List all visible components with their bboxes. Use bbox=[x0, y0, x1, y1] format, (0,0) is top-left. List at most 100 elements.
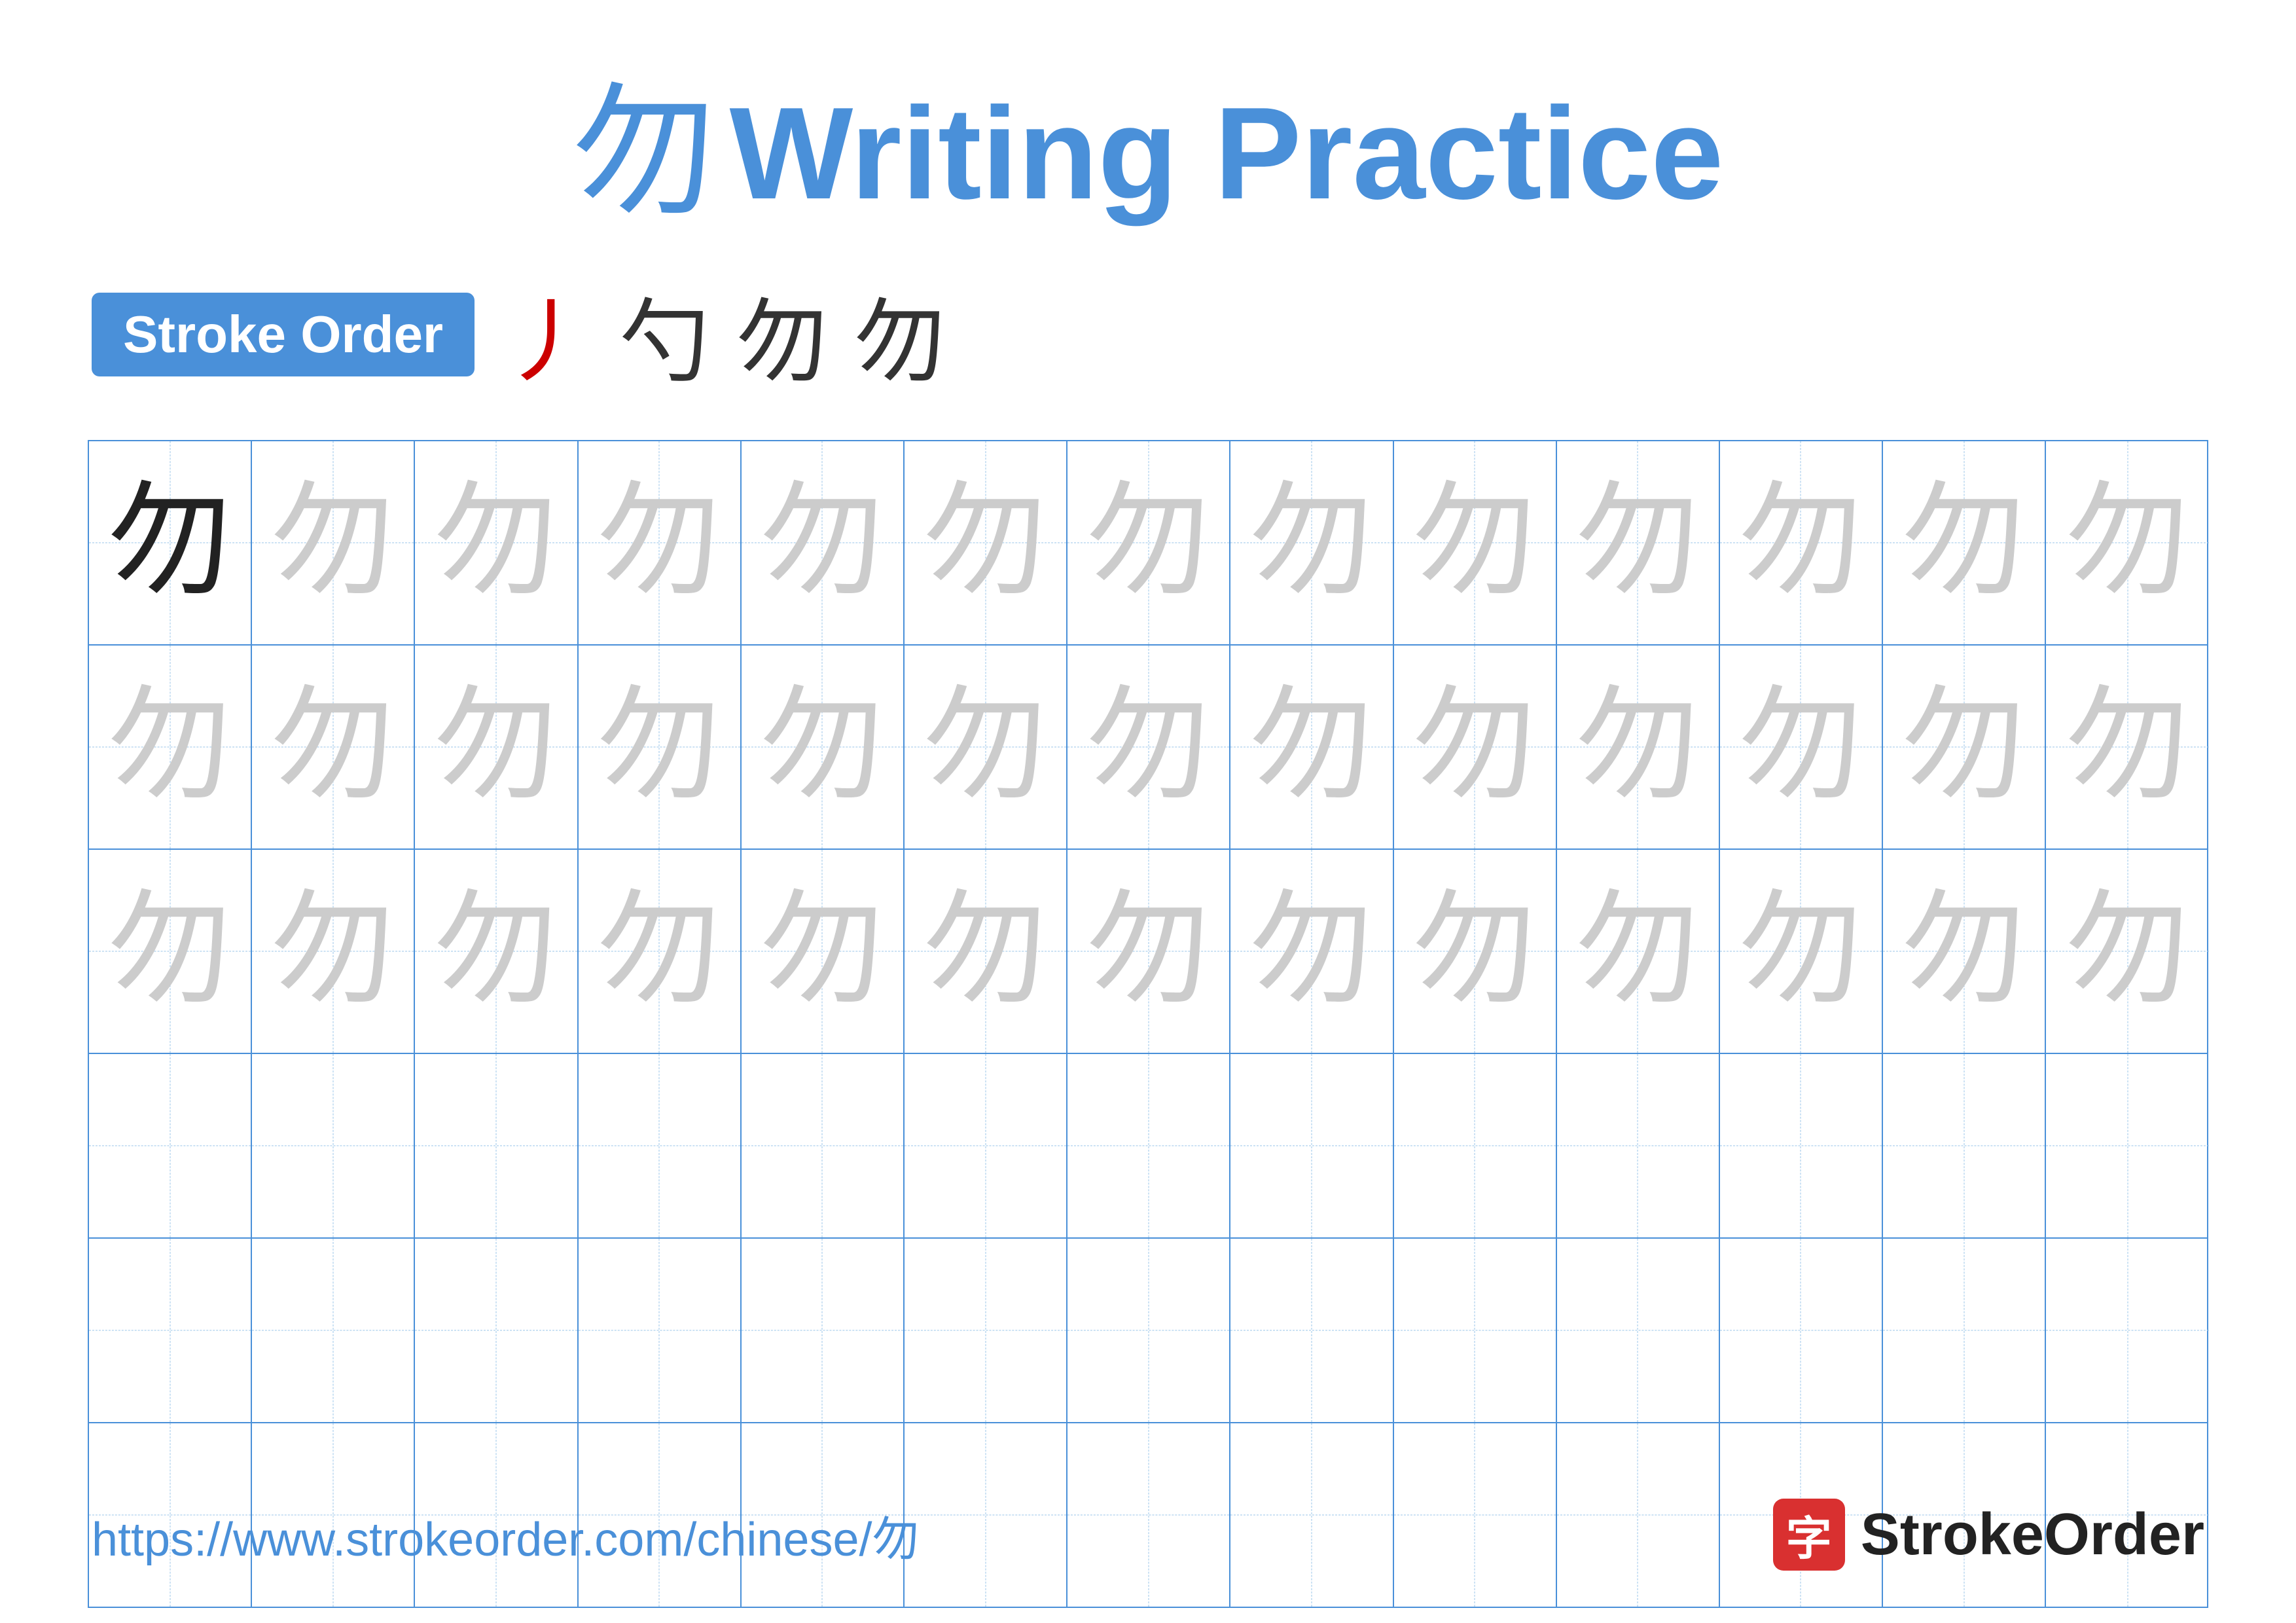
grid-cell[interactable] bbox=[89, 1239, 252, 1422]
cell-character: 勿 bbox=[108, 481, 232, 605]
cell-character: 勿 bbox=[597, 481, 721, 605]
grid-cell[interactable]: 勿 bbox=[415, 441, 578, 644]
brand-name: StrokeOrder bbox=[1861, 1501, 2204, 1569]
cell-character: 勿 bbox=[1249, 685, 1374, 809]
grid-cell[interactable]: 勿 bbox=[742, 850, 905, 1053]
grid-cell[interactable]: 勿 bbox=[1230, 441, 1393, 644]
grid-cell[interactable]: 勿 bbox=[1067, 646, 1230, 848]
grid-cell[interactable] bbox=[1230, 1239, 1393, 1422]
grid-cell[interactable]: 勿 bbox=[1230, 646, 1393, 848]
grid-cell[interactable] bbox=[1230, 1054, 1393, 1237]
grid-cell[interactable]: 勿 bbox=[89, 441, 252, 644]
grid-cell[interactable]: 勿 bbox=[905, 441, 1067, 644]
page-title: Writing Practice bbox=[730, 79, 1724, 229]
grid-cell[interactable] bbox=[905, 1054, 1067, 1237]
grid-cell[interactable]: 勿 bbox=[1883, 850, 2046, 1053]
grid-cell[interactable] bbox=[2046, 1054, 2209, 1237]
grid-cell[interactable] bbox=[742, 1054, 905, 1237]
cell-character: 勿 bbox=[271, 685, 395, 809]
grid-cell[interactable]: 勿 bbox=[2046, 646, 2209, 848]
grid-cell[interactable] bbox=[579, 1054, 742, 1237]
grid-row: 勿 勿 勿 勿 勿 勿 勿 勿 勿 勿 勿 勿 勿 bbox=[89, 850, 2207, 1054]
grid-cell[interactable]: 勿 bbox=[1883, 646, 2046, 848]
grid-cell[interactable]: 勿 bbox=[1230, 850, 1393, 1053]
grid-cell[interactable]: 勿 bbox=[579, 441, 742, 644]
grid-cell[interactable] bbox=[1067, 1239, 1230, 1422]
cell-character: 勿 bbox=[597, 685, 721, 809]
grid-cell[interactable]: 勿 bbox=[579, 850, 742, 1053]
grid-cell[interactable]: 勿 bbox=[2046, 441, 2209, 644]
grid-cell[interactable] bbox=[252, 1054, 415, 1237]
grid-cell[interactable] bbox=[415, 1239, 578, 1422]
cell-character: 勿 bbox=[597, 889, 721, 1013]
grid-cell[interactable] bbox=[579, 1239, 742, 1422]
stroke-step-3: 勿 bbox=[736, 268, 828, 401]
grid-cell[interactable]: 勿 bbox=[1557, 441, 1720, 644]
cell-character: 勿 bbox=[1902, 685, 2026, 809]
cell-character: 勿 bbox=[434, 481, 558, 605]
grid-cell[interactable]: 勿 bbox=[1720, 646, 1883, 848]
grid-cell[interactable]: 勿 bbox=[89, 850, 252, 1053]
cell-character: 勿 bbox=[760, 889, 884, 1013]
grid-cell[interactable] bbox=[1720, 1054, 1883, 1237]
grid-cell[interactable] bbox=[89, 1054, 252, 1237]
grid-cell[interactable] bbox=[1394, 1054, 1557, 1237]
grid-cell[interactable] bbox=[415, 1054, 578, 1237]
grid-cell[interactable] bbox=[1394, 1239, 1557, 1422]
cell-character: 勿 bbox=[1086, 685, 1211, 809]
grid-cell[interactable]: 勿 bbox=[1067, 850, 1230, 1053]
cell-character: 勿 bbox=[108, 889, 232, 1013]
cell-character: 勿 bbox=[1412, 889, 1537, 1013]
grid-cell[interactable]: 勿 bbox=[742, 441, 905, 644]
brand-icon-char: 字 bbox=[1786, 1502, 1832, 1568]
cell-character: 勿 bbox=[1575, 481, 1700, 605]
grid-cell[interactable]: 勿 bbox=[415, 646, 578, 848]
grid-cell[interactable]: 勿 bbox=[1067, 441, 1230, 644]
grid-cell[interactable]: 勿 bbox=[2046, 850, 2209, 1053]
grid-cell[interactable]: 勿 bbox=[905, 646, 1067, 848]
grid-cell[interactable]: 勿 bbox=[742, 646, 905, 848]
grid-cell[interactable] bbox=[1883, 1239, 2046, 1422]
page: 勿 Writing Practice Stroke Order 丿 勺 勿 勿 … bbox=[0, 0, 2296, 1623]
cell-character: 勿 bbox=[1412, 481, 1537, 605]
stroke-step-2: 勺 bbox=[619, 268, 710, 401]
grid-cell[interactable]: 勿 bbox=[415, 850, 578, 1053]
grid-cell[interactable] bbox=[2046, 1239, 2209, 1422]
cell-character: 勿 bbox=[434, 889, 558, 1013]
cell-character: 勿 bbox=[1086, 481, 1211, 605]
cell-character: 勿 bbox=[1575, 685, 1700, 809]
grid-cell[interactable]: 勿 bbox=[905, 850, 1067, 1053]
grid-cell[interactable]: 勿 bbox=[1720, 441, 1883, 644]
grid-cell[interactable]: 勿 bbox=[1720, 850, 1883, 1053]
grid-cell[interactable]: 勿 bbox=[1394, 441, 1557, 644]
grid-cell[interactable]: 勿 bbox=[252, 441, 415, 644]
cell-character: 勿 bbox=[1249, 481, 1374, 605]
cell-character: 勿 bbox=[760, 481, 884, 605]
grid-cell[interactable]: 勿 bbox=[1394, 646, 1557, 848]
footer-url[interactable]: https://www.strokeorder.com/chinese/勿 bbox=[92, 1501, 920, 1569]
grid-cell[interactable] bbox=[1067, 1054, 1230, 1237]
stroke-order-row: Stroke Order 丿 勺 勿 勿 bbox=[92, 268, 946, 401]
grid-cell[interactable]: 勿 bbox=[252, 850, 415, 1053]
grid-cell[interactable] bbox=[1883, 1054, 2046, 1237]
grid-cell[interactable]: 勿 bbox=[1557, 646, 1720, 848]
grid-cell[interactable]: 勿 bbox=[1557, 850, 1720, 1053]
grid-cell[interactable] bbox=[905, 1239, 1067, 1422]
grid-cell[interactable]: 勿 bbox=[1394, 850, 1557, 1053]
cell-character: 勿 bbox=[924, 481, 1048, 605]
grid-cell[interactable] bbox=[1720, 1239, 1883, 1422]
grid-cell[interactable] bbox=[252, 1239, 415, 1422]
stroke-step-4: 勿 bbox=[854, 268, 946, 401]
cell-character: 勿 bbox=[1902, 889, 2026, 1013]
cell-character: 勿 bbox=[2066, 685, 2190, 809]
grid-cell[interactable]: 勿 bbox=[89, 646, 252, 848]
grid-cell[interactable] bbox=[742, 1239, 905, 1422]
grid-cell[interactable] bbox=[1557, 1054, 1720, 1237]
grid-cell[interactable]: 勿 bbox=[579, 646, 742, 848]
grid-cell[interactable] bbox=[1557, 1239, 1720, 1422]
grid-cell[interactable]: 勿 bbox=[252, 646, 415, 848]
brand-icon: 字 bbox=[1773, 1499, 1845, 1571]
grid-cell[interactable]: 勿 bbox=[1883, 441, 2046, 644]
cell-character: 勿 bbox=[1902, 481, 2026, 605]
cell-character: 勿 bbox=[1738, 481, 1863, 605]
